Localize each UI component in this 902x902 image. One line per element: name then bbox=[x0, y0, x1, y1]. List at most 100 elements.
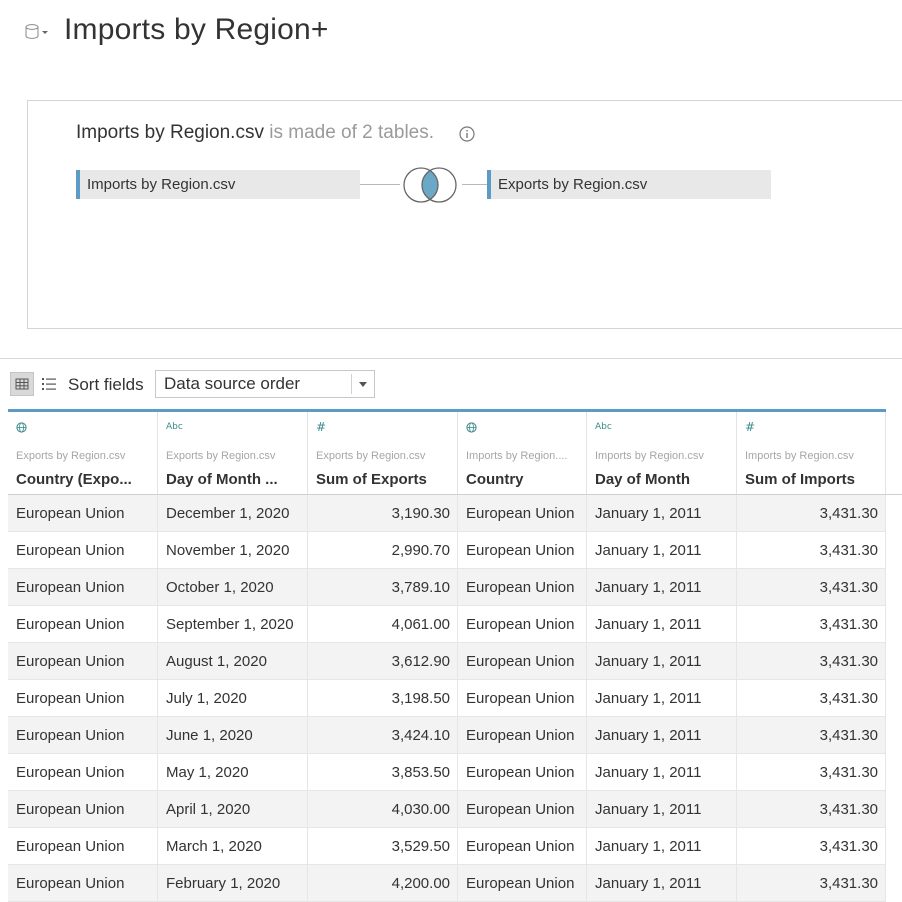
table-cell[interactable]: December 1, 2020 bbox=[158, 495, 308, 532]
column-name[interactable]: Day of Month ... bbox=[166, 471, 302, 488]
column-header[interactable]: Abc Exports by Region.csv Day of Month ... bbox=[158, 412, 308, 494]
column-name[interactable]: Sum of Exports bbox=[316, 471, 452, 488]
table-cell[interactable]: 4,200.00 bbox=[308, 865, 458, 902]
table-cell[interactable]: 3,431.30 bbox=[737, 717, 886, 754]
column-header[interactable]: Exports by Region.csv Country (Expo... bbox=[8, 412, 158, 494]
table-cell[interactable]: 3,431.30 bbox=[737, 791, 886, 828]
table-cell[interactable]: 4,061.00 bbox=[308, 606, 458, 643]
table-cell[interactable]: January 1, 2011 bbox=[587, 569, 737, 606]
table-cell[interactable]: 3,529.50 bbox=[308, 828, 458, 865]
table-cell[interactable]: 3,431.30 bbox=[737, 643, 886, 680]
table-cell[interactable]: January 1, 2011 bbox=[587, 606, 737, 643]
table-row[interactable]: European Union December 1, 2020 3,190.30 Eu… bbox=[8, 495, 886, 532]
string-type-icon[interactable]: Abc bbox=[166, 422, 183, 432]
table-cell[interactable]: June 1, 2020 bbox=[158, 717, 308, 754]
table-row[interactable]: European Union March 1, 2020 3,529.50 Europ… bbox=[8, 828, 886, 865]
table-row[interactable]: European Union May 1, 2020 3,853.50 Europea… bbox=[8, 754, 886, 791]
table-cell[interactable]: European Union bbox=[458, 828, 587, 865]
table-cell[interactable]: February 1, 2020 bbox=[158, 865, 308, 902]
table-cell[interactable]: 4,030.00 bbox=[308, 791, 458, 828]
page-title[interactable]: Imports by Region+ bbox=[64, 13, 329, 47]
table-cell[interactable]: July 1, 2020 bbox=[158, 680, 308, 717]
table-cell[interactable]: 3,612.90 bbox=[308, 643, 458, 680]
table-cell[interactable]: 3,431.30 bbox=[737, 754, 886, 791]
left-table-pill[interactable]: Imports by Region.csv bbox=[76, 170, 360, 199]
column-name[interactable]: Sum of Imports bbox=[745, 471, 881, 488]
table-cell[interactable]: 3,198.50 bbox=[308, 680, 458, 717]
table-cell[interactable]: European Union bbox=[458, 754, 587, 791]
table-cell[interactable]: European Union bbox=[8, 865, 158, 902]
table-cell[interactable]: April 1, 2020 bbox=[158, 791, 308, 828]
info-icon[interactable] bbox=[459, 126, 475, 142]
table-cell[interactable]: 3,853.50 bbox=[308, 754, 458, 791]
table-cell[interactable]: European Union bbox=[8, 643, 158, 680]
table-row[interactable]: European Union April 1, 2020 4,030.00 Europ… bbox=[8, 791, 886, 828]
column-header[interactable]: # Exports by Region.csv Sum of Exports bbox=[308, 412, 458, 494]
table-row[interactable]: European Union August 1, 2020 3,612.90 Euro… bbox=[8, 643, 886, 680]
table-cell[interactable]: 3,431.30 bbox=[737, 680, 886, 717]
table-cell[interactable]: May 1, 2020 bbox=[158, 754, 308, 791]
number-type-icon[interactable]: # bbox=[316, 420, 326, 434]
number-type-icon[interactable]: # bbox=[745, 420, 755, 434]
table-cell[interactable]: European Union bbox=[458, 717, 587, 754]
table-row[interactable]: European Union February 1, 2020 4,200.00 Eu… bbox=[8, 865, 886, 902]
table-cell[interactable]: October 1, 2020 bbox=[158, 569, 308, 606]
table-cell[interactable]: January 1, 2011 bbox=[587, 754, 737, 791]
table-cell[interactable]: European Union bbox=[8, 791, 158, 828]
table-row[interactable]: European Union June 1, 2020 3,424.10 Europe… bbox=[8, 717, 886, 754]
string-type-icon[interactable]: Abc bbox=[595, 422, 612, 432]
inner-join-icon[interactable] bbox=[399, 165, 463, 205]
table-cell[interactable]: January 1, 2011 bbox=[587, 717, 737, 754]
table-cell[interactable]: European Union bbox=[458, 495, 587, 532]
globe-icon[interactable] bbox=[16, 422, 27, 433]
table-cell[interactable]: 3,431.30 bbox=[737, 828, 886, 865]
table-cell[interactable]: January 1, 2011 bbox=[587, 828, 737, 865]
table-cell[interactable]: 3,190.30 bbox=[308, 495, 458, 532]
column-name[interactable]: Country (Expo... bbox=[16, 471, 152, 488]
table-cell[interactable]: European Union bbox=[8, 754, 158, 791]
table-cell[interactable]: European Union bbox=[8, 680, 158, 717]
table-cell[interactable]: European Union bbox=[458, 569, 587, 606]
column-header[interactable]: # Imports by Region.csv Sum of Imports bbox=[737, 412, 886, 494]
table-cell[interactable]: European Union bbox=[458, 532, 587, 569]
column-name[interactable]: Day of Month bbox=[595, 471, 731, 488]
table-cell[interactable]: 3,431.30 bbox=[737, 495, 886, 532]
table-cell[interactable]: 3,431.30 bbox=[737, 865, 886, 902]
table-cell[interactable]: European Union bbox=[8, 606, 158, 643]
table-cell[interactable]: August 1, 2020 bbox=[158, 643, 308, 680]
table-cell[interactable]: European Union bbox=[458, 865, 587, 902]
table-cell[interactable]: 3,431.30 bbox=[737, 606, 886, 643]
chevron-down-icon[interactable] bbox=[359, 382, 367, 387]
table-cell[interactable]: European Union bbox=[8, 569, 158, 606]
table-cell[interactable]: September 1, 2020 bbox=[158, 606, 308, 643]
table-cell[interactable]: 3,431.30 bbox=[737, 532, 886, 569]
table-row[interactable]: European Union November 1, 2020 2,990.70 Eu… bbox=[8, 532, 886, 569]
table-cell[interactable]: January 1, 2011 bbox=[587, 680, 737, 717]
table-cell[interactable]: November 1, 2020 bbox=[158, 532, 308, 569]
table-cell[interactable]: January 1, 2011 bbox=[587, 532, 737, 569]
column-header[interactable]: Imports by Region.... Country bbox=[458, 412, 587, 494]
table-cell[interactable]: European Union bbox=[458, 606, 587, 643]
table-row[interactable]: European Union October 1, 2020 3,789.10 Eur… bbox=[8, 569, 886, 606]
table-cell[interactable]: January 1, 2011 bbox=[587, 495, 737, 532]
table-cell[interactable]: January 1, 2011 bbox=[587, 791, 737, 828]
list-view-icon[interactable] bbox=[37, 372, 61, 396]
table-cell[interactable]: European Union bbox=[8, 828, 158, 865]
table-cell[interactable]: January 1, 2011 bbox=[587, 865, 737, 902]
column-header[interactable]: Abc Imports by Region.csv Day of Month bbox=[587, 412, 737, 494]
table-cell[interactable]: European Union bbox=[458, 643, 587, 680]
table-cell[interactable]: European Union bbox=[8, 717, 158, 754]
table-cell[interactable]: 2,990.70 bbox=[308, 532, 458, 569]
table-cell[interactable]: 3,424.10 bbox=[308, 717, 458, 754]
globe-icon[interactable] bbox=[466, 422, 477, 433]
sort-fields-select[interactable]: Data source order bbox=[155, 370, 375, 398]
table-cell[interactable]: European Union bbox=[458, 680, 587, 717]
grid-view-icon[interactable] bbox=[10, 372, 34, 396]
table-cell[interactable]: 3,431.30 bbox=[737, 569, 886, 606]
table-cell[interactable]: March 1, 2020 bbox=[158, 828, 308, 865]
table-row[interactable]: European Union September 1, 2020 4,061.00 E… bbox=[8, 606, 886, 643]
column-name[interactable]: Country bbox=[466, 471, 582, 488]
table-cell[interactable]: January 1, 2011 bbox=[587, 643, 737, 680]
table-cell[interactable]: European Union bbox=[458, 791, 587, 828]
table-row[interactable]: European Union July 1, 2020 3,198.50 Europe… bbox=[8, 680, 886, 717]
